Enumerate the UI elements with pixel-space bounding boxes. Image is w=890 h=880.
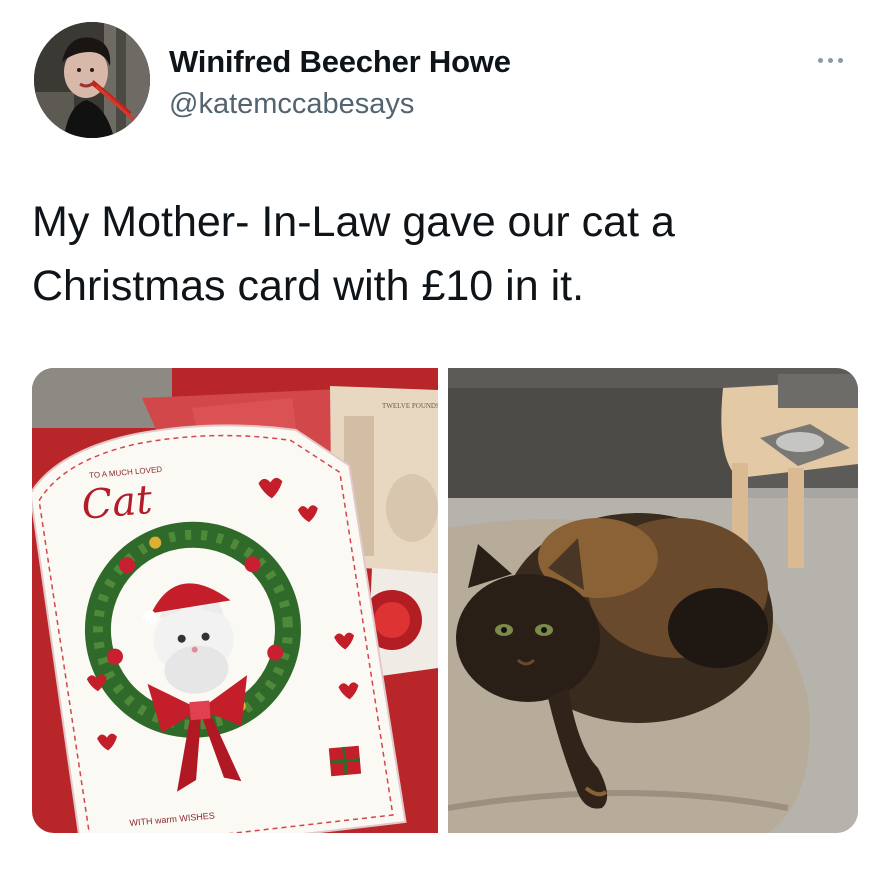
profile-photo-icon	[34, 22, 150, 138]
more-options-button[interactable]	[810, 48, 850, 72]
more-horizontal-icon	[817, 57, 823, 63]
more-horizontal-icon-dot	[827, 57, 833, 63]
more-horizontal-icon-dot	[837, 57, 843, 63]
author-handle[interactable]: @katemccabesays	[169, 88, 414, 121]
avatar[interactable]	[34, 22, 150, 138]
tweet: Winifred Beecher Howe @katemccabesays My…	[0, 0, 890, 880]
author-display-name[interactable]: Winifred Beecher Howe	[169, 44, 511, 80]
christmas-card: TO A MUCH LOVED Cat WITH warm WISHES	[32, 424, 407, 833]
tweet-photo-card[interactable]: TWELVE POUNDS TO A MUCH LOVED Cat WITH w…	[32, 368, 438, 833]
tweet-photo-cat[interactable]	[448, 368, 858, 833]
tweet-text: My Mother- In-Law gave our cat a Christm…	[32, 198, 675, 310]
card-title: Cat	[80, 477, 155, 529]
banknote-label: TWELVE POUNDS	[382, 402, 438, 410]
